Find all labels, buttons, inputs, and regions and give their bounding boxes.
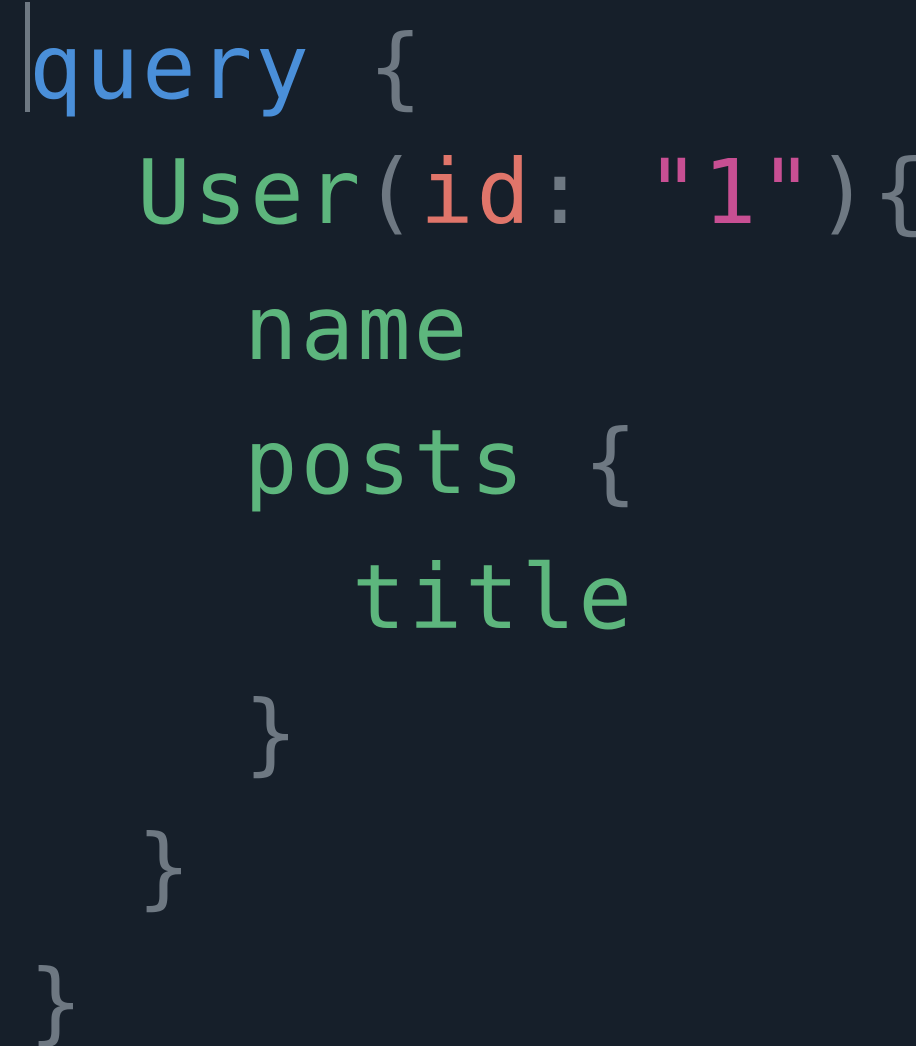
keyword-token: query xyxy=(29,15,312,119)
code-line-5: title xyxy=(352,530,635,664)
close-paren-token: ) xyxy=(816,140,873,244)
argument-name-token: id xyxy=(419,140,534,244)
code-line-1: query { xyxy=(29,0,425,134)
code-line-4: posts { xyxy=(244,395,640,529)
code-editor[interactable]: query { User(id: "1"){ name posts { titl… xyxy=(0,0,916,1046)
open-brace-token: { xyxy=(873,140,916,244)
code-line-7: } xyxy=(137,800,194,934)
close-brace-token: } xyxy=(244,681,301,785)
close-brace-token: } xyxy=(137,815,194,919)
field-token: title xyxy=(352,545,635,649)
code-line-2: User(id: "1"){ xyxy=(137,125,916,259)
open-brace-token: { xyxy=(526,410,641,514)
colon-token: : xyxy=(533,140,647,244)
open-brace-token: { xyxy=(311,15,426,119)
field-token: posts xyxy=(244,410,527,514)
open-paren-token: ( xyxy=(363,140,420,244)
code-line-6: } xyxy=(244,666,301,800)
close-brace-token: } xyxy=(29,950,86,1046)
code-line-8: } xyxy=(29,935,86,1046)
field-token: name xyxy=(244,276,471,380)
string-value-token: "1" xyxy=(646,140,817,244)
field-token: User xyxy=(137,140,364,244)
code-line-3: name xyxy=(244,261,470,395)
